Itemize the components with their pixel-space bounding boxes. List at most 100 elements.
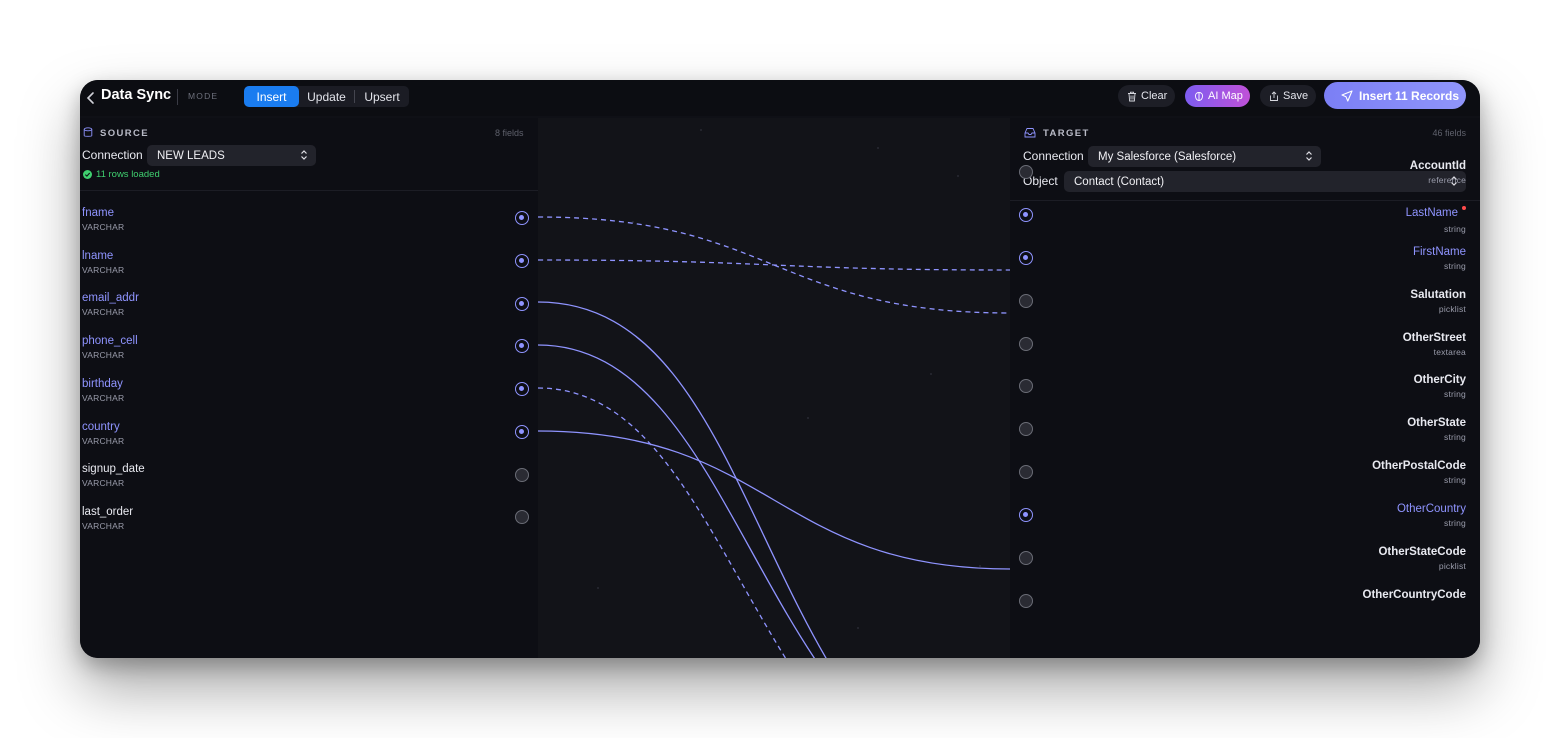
trash-icon: [1128, 91, 1136, 101]
source-field-type: VARCHAR: [82, 307, 125, 317]
source-field-name: fname: [82, 207, 114, 219]
target-connection-label: Connection: [1023, 149, 1084, 163]
source-field-type: VARCHAR: [82, 521, 125, 531]
target-field-firstname[interactable]: FirstName string: [1413, 246, 1466, 271]
source-connection-label: Connection: [82, 148, 143, 162]
source-header-divider: [80, 190, 538, 191]
source-panel: SOURCE 8 fields Connection NEW LEADS 11 …: [80, 118, 538, 658]
source-field-last-order[interactable]: last_order VARCHAR: [82, 506, 133, 531]
mode-insert-button[interactable]: Insert: [244, 86, 299, 107]
mapping-link-country-othercountry[interactable]: [538, 430, 1010, 570]
source-field-lname[interactable]: lname VARCHAR: [82, 250, 124, 275]
target-port-otherstreet[interactable]: [1019, 337, 1033, 351]
target-field-name: Salutation: [1410, 289, 1466, 301]
target-field-otherstate[interactable]: OtherState string: [1407, 417, 1466, 442]
target-panel: TARGET 46 fields Connection My Salesforc…: [1010, 118, 1480, 658]
inbox-icon: [1024, 128, 1036, 138]
source-field-type: VARCHAR: [82, 478, 125, 488]
header-bar: Data Sync MODE Insert Update Upsert Clea…: [80, 80, 1480, 116]
target-field-accountid[interactable]: AccountId reference: [1410, 160, 1466, 185]
source-field-birthday[interactable]: birthday VARCHAR: [82, 378, 124, 403]
target-field-salutation[interactable]: Salutation picklist: [1410, 289, 1466, 314]
target-port-othercountry[interactable]: [1019, 508, 1033, 522]
mapping-canvas[interactable]: [538, 118, 1010, 658]
clear-button[interactable]: Clear: [1118, 85, 1175, 107]
source-port-last-order[interactable]: [515, 510, 529, 524]
ai-map-button[interactable]: AI Map: [1185, 85, 1250, 107]
mapping-link-lname-lastname[interactable]: [538, 259, 1010, 271]
brain-icon: [1195, 91, 1203, 101]
target-connection-select[interactable]: My Salesforce (Salesforce): [1088, 146, 1321, 167]
target-object-select[interactable]: Contact (Contact): [1064, 171, 1466, 192]
mode-upsert-button[interactable]: Upsert: [355, 86, 409, 107]
mapping-link-birthday[interactable]: [538, 387, 798, 658]
target-port-accountid[interactable]: [1019, 165, 1033, 179]
target-field-type: string: [1444, 389, 1466, 399]
target-port-otherpostalcode[interactable]: [1019, 465, 1033, 479]
title-divider: [177, 89, 178, 105]
rows-loaded-text: 11 rows loaded: [96, 169, 160, 180]
mode-label: MODE: [188, 91, 219, 101]
target-field-name: OtherStreet: [1402, 332, 1466, 344]
source-port-fname[interactable]: [515, 211, 529, 225]
source-field-name: email_addr: [82, 292, 139, 304]
source-port-birthday[interactable]: [515, 382, 529, 396]
send-icon: [1341, 89, 1353, 102]
source-connection-value: NEW LEADS: [157, 149, 225, 162]
target-field-name: OtherStateCode: [1378, 546, 1466, 558]
source-field-country[interactable]: country VARCHAR: [82, 421, 124, 446]
source-field-name: signup_date: [82, 463, 145, 475]
source-label: SOURCE: [100, 128, 150, 139]
target-port-otherstate[interactable]: [1019, 422, 1033, 436]
target-port-othercity[interactable]: [1019, 379, 1033, 393]
target-label: TARGET: [1043, 128, 1090, 139]
app-window: Data Sync MODE Insert Update Upsert Clea…: [80, 80, 1480, 658]
required-indicator: [1462, 206, 1466, 210]
target-port-lastname[interactable]: [1019, 208, 1033, 222]
source-field-name: last_order: [82, 506, 134, 518]
star-dots: [597, 129, 981, 629]
source-connection-select[interactable]: NEW LEADS: [147, 145, 316, 166]
target-port-othercountrycode[interactable]: [1019, 594, 1033, 608]
source-port-signup-date[interactable]: [515, 468, 529, 482]
source-field-fname[interactable]: fname VARCHAR: [82, 207, 124, 232]
source-port-email-addr[interactable]: [515, 297, 529, 311]
target-field-lastname[interactable]: LastName string: [1406, 203, 1466, 234]
save-label: Save: [1283, 90, 1309, 102]
mapping-links: [538, 129, 1010, 658]
target-port-firstname[interactable]: [1019, 251, 1033, 265]
app-title: Data Sync: [101, 87, 172, 103]
target-field-otherpostalcode[interactable]: OtherPostalCode string: [1372, 460, 1466, 485]
target-port-salutation[interactable]: [1019, 294, 1033, 308]
target-field-type: string: [1444, 224, 1466, 234]
target-field-name: LastName: [1405, 207, 1458, 219]
target-field-type: picklist: [1438, 561, 1466, 571]
source-field-signup-date[interactable]: signup_date VARCHAR: [82, 463, 145, 488]
source-field-name: lname: [82, 250, 114, 262]
source-field-phone-cell[interactable]: phone_cell VARCHAR: [82, 335, 138, 360]
insert-records-button[interactable]: Insert 11 Records: [1324, 82, 1466, 109]
target-field-othercountrycode[interactable]: OtherCountryCode: [1363, 589, 1467, 604]
target-field-otherstatecode[interactable]: OtherStateCode picklist: [1378, 546, 1466, 571]
mapping-link-email-addr[interactable]: [538, 301, 838, 658]
source-port-phone-cell[interactable]: [515, 339, 529, 353]
target-field-type: string: [1444, 432, 1466, 442]
ai-map-label: AI Map: [1208, 90, 1243, 102]
source-field-email-addr[interactable]: email_addr VARCHAR: [82, 292, 139, 317]
target-field-othercountry[interactable]: OtherCountry string: [1397, 503, 1466, 528]
chevron-left-icon[interactable]: [84, 89, 98, 107]
target-field-name: OtherPostalCode: [1372, 460, 1466, 472]
target-field-othercity[interactable]: OtherCity string: [1414, 374, 1466, 399]
source-port-country[interactable]: [515, 425, 529, 439]
save-button[interactable]: Save: [1260, 85, 1316, 107]
database-icon: [83, 127, 93, 137]
source-field-type: VARCHAR: [82, 350, 125, 360]
target-port-otherstatecode[interactable]: [1019, 551, 1033, 565]
source-field-type: VARCHAR: [82, 222, 125, 232]
target-field-name: AccountId: [1409, 160, 1466, 172]
save-icon: [1270, 90, 1278, 101]
mapping-link-phone-cell[interactable]: [538, 344, 828, 658]
mode-update-button[interactable]: Update: [299, 86, 354, 107]
target-field-otherstreet[interactable]: OtherStreet textarea: [1403, 332, 1466, 357]
source-port-lname[interactable]: [515, 254, 529, 268]
